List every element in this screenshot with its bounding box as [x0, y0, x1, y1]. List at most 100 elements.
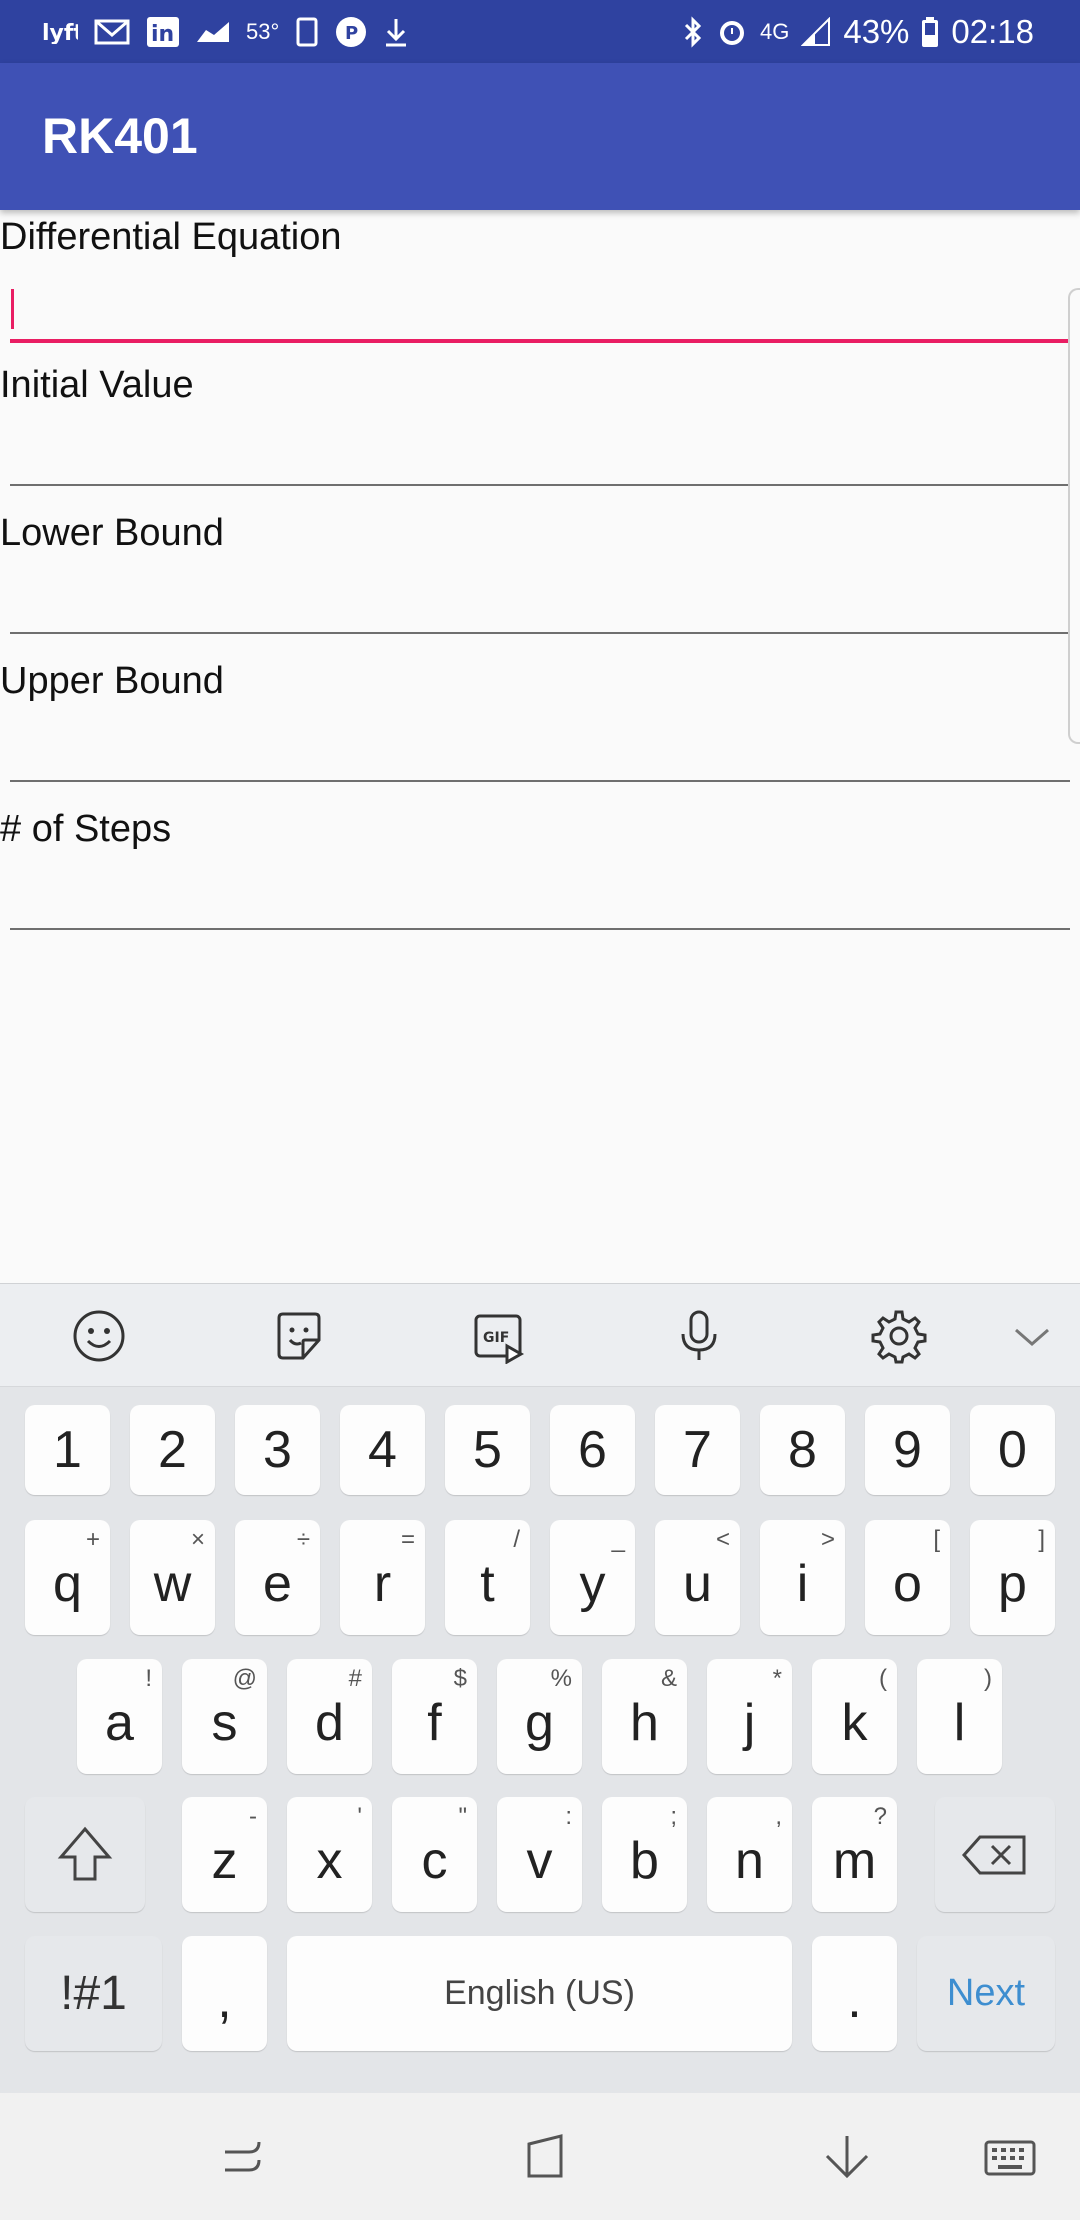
upper-bound-input[interactable]: [10, 726, 1070, 782]
key-c[interactable]: " c: [392, 1797, 477, 1912]
key-k[interactable]: (k: [812, 1659, 897, 1774]
initial-value-input[interactable]: [10, 430, 1070, 486]
collapse-icon[interactable]: [1000, 1304, 1064, 1368]
key-alt-label: /: [513, 1526, 520, 1553]
key-alt-label: ]: [1038, 1526, 1045, 1553]
key-b[interactable]: ; b: [602, 1797, 687, 1912]
key-2[interactable]: 2: [130, 1405, 215, 1495]
key-label: m: [832, 1831, 877, 1890]
key-i[interactable]: > i: [760, 1520, 845, 1635]
key-4[interactable]: 4: [340, 1405, 425, 1495]
key-x[interactable]: ' x: [287, 1797, 372, 1912]
backspace-icon: [961, 1835, 1026, 1874]
key-alt-label: ×: [190, 1526, 205, 1553]
key-o[interactable]: [o: [865, 1520, 950, 1635]
key-z[interactable]: -z: [182, 1797, 267, 1912]
key-alt-label: #: [348, 1665, 362, 1692]
key-l[interactable]: ) l: [917, 1659, 1002, 1774]
differential-equation-label: Differential Equation: [0, 216, 342, 258]
key-alt-label: ": [458, 1803, 467, 1830]
key-label: d: [315, 1693, 344, 1752]
key-label: ,: [217, 1970, 232, 2029]
key-7[interactable]: 7: [655, 1405, 740, 1495]
steps-input[interactable]: [10, 874, 1070, 930]
sticker-icon[interactable]: [267, 1304, 331, 1368]
key-d[interactable]: # d: [287, 1659, 372, 1774]
key-8[interactable]: 8: [760, 1405, 845, 1495]
backspace-key[interactable]: [935, 1797, 1055, 1912]
svg-text:P: P: [345, 23, 358, 44]
key-u[interactable]: < u: [655, 1520, 740, 1635]
key-6[interactable]: 6: [550, 1405, 635, 1495]
chart-icon: [196, 0, 230, 63]
key-alt-label: _: [611, 1526, 625, 1553]
key-9[interactable]: 9: [865, 1405, 950, 1495]
key-q[interactable]: + q: [25, 1520, 110, 1635]
key-e[interactable]: ÷ e: [235, 1520, 320, 1635]
key-f[interactable]: $ f: [392, 1659, 477, 1774]
key-n[interactable]: ,n: [707, 1797, 792, 1912]
bluetooth-icon: [682, 0, 704, 63]
key-v[interactable]: :v: [497, 1797, 582, 1912]
differential-equation-input[interactable]: [10, 285, 1070, 343]
key-label: 4: [368, 1421, 397, 1479]
settings-icon[interactable]: [867, 1304, 931, 1368]
key-label: g: [525, 1693, 554, 1752]
shift-key[interactable]: [25, 1797, 145, 1912]
key-alt-label: ': [357, 1803, 362, 1830]
key-t[interactable]: / t: [445, 1520, 530, 1635]
key-alt-label: ): [984, 1665, 992, 1692]
gif-icon[interactable]: GIF: [467, 1304, 531, 1368]
space-key[interactable]: English (US): [287, 1936, 792, 2051]
key-label: c: [421, 1831, 448, 1890]
key-a[interactable]: ! a: [77, 1659, 162, 1774]
key-m[interactable]: ? m: [812, 1797, 897, 1912]
key-w[interactable]: × w: [130, 1520, 215, 1635]
symbols-key[interactable]: !#1: [25, 1936, 162, 2051]
key-label: a: [105, 1693, 134, 1752]
key-alt-label: $: [453, 1665, 467, 1692]
lyft-icon: lyft: [42, 0, 78, 63]
key-1[interactable]: 1: [25, 1405, 110, 1495]
lower-bound-input[interactable]: [10, 578, 1070, 634]
key-label: 0: [998, 1421, 1027, 1479]
back-icon[interactable]: [812, 2123, 882, 2193]
key-h[interactable]: & h: [602, 1659, 687, 1774]
key-s[interactable]: @ s: [182, 1659, 267, 1774]
next-key[interactable]: Next: [917, 1936, 1055, 2051]
key-y[interactable]: _ y: [550, 1520, 635, 1635]
upper-bound-label: Upper Bound: [0, 660, 224, 702]
pandora-icon: P: [335, 0, 367, 63]
key-label: q: [53, 1554, 82, 1613]
key-label: b: [630, 1831, 659, 1890]
key-j[interactable]: * j: [707, 1659, 792, 1774]
keyboard-icon[interactable]: [975, 2123, 1045, 2193]
key-g[interactable]: % g: [497, 1659, 582, 1774]
key-5[interactable]: 5: [445, 1405, 530, 1495]
key-label: 6: [578, 1421, 607, 1479]
key-alt-label: *: [772, 1665, 782, 1692]
key-alt-label: %: [550, 1665, 572, 1692]
key-label: s: [211, 1693, 238, 1752]
comma-key[interactable]: ,: [182, 1936, 267, 2051]
period-key[interactable]: .: [812, 1936, 897, 2051]
key-r[interactable]: = r: [340, 1520, 425, 1635]
key-3[interactable]: 3: [235, 1405, 320, 1495]
soft-keyboard: GIF 1 2 3 4 5 6 7 8 9 0 + q × w ÷ e = r / t _…: [0, 1283, 1080, 2093]
temperature-text: 53°: [246, 18, 280, 44]
key-p[interactable]: ] p: [970, 1520, 1055, 1635]
home-icon[interactable]: [510, 2123, 580, 2193]
microphone-icon[interactable]: [667, 1304, 731, 1368]
key-label: w: [153, 1554, 192, 1613]
key-label: English (US): [444, 1974, 635, 2012]
emoji-icon[interactable]: [67, 1304, 131, 1368]
key-0[interactable]: 0: [970, 1405, 1055, 1495]
status-bar: lyft in 53° P 4G 43%: [0, 0, 1080, 63]
key-alt-label: &: [660, 1665, 677, 1692]
key-alt-label: :: [565, 1803, 572, 1830]
app-bar: RK401: [0, 63, 1080, 210]
key-alt-label: !: [145, 1665, 152, 1692]
keyboard-toolbar: GIF: [0, 1283, 1080, 1387]
recents-icon[interactable]: [208, 2123, 278, 2193]
network-type-text: 4G: [759, 18, 790, 44]
